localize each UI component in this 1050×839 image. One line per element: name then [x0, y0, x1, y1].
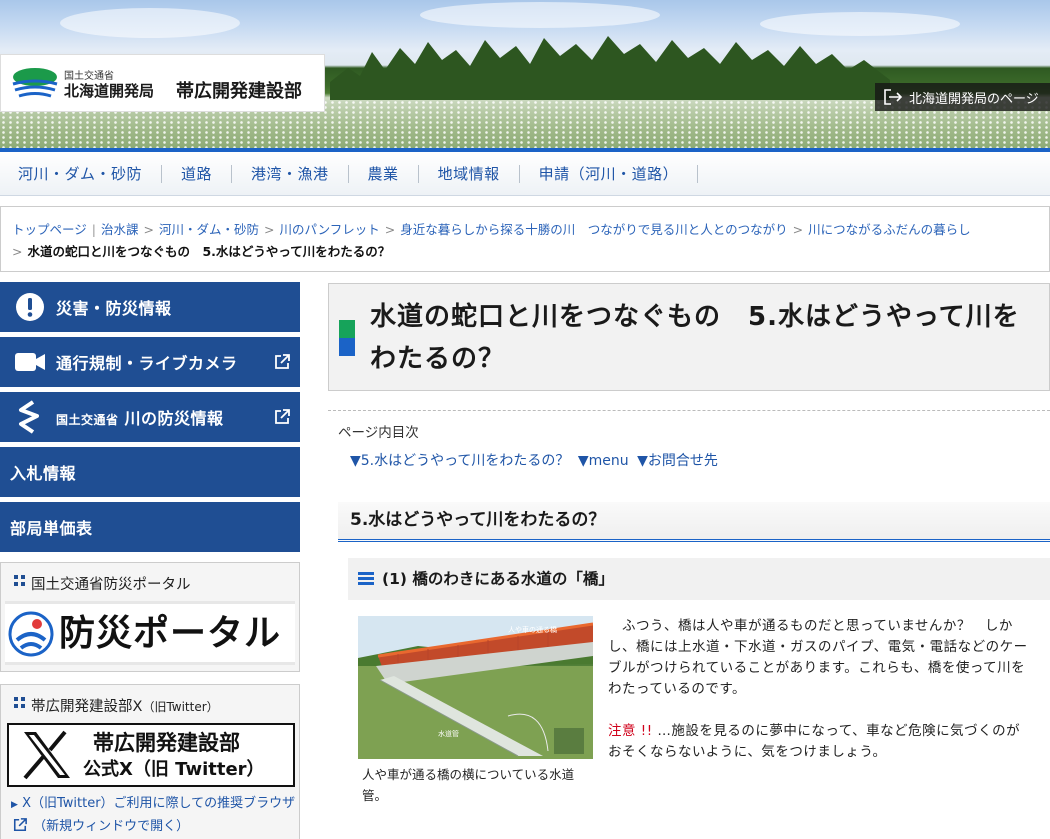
toc-divider: [328, 410, 1050, 411]
photo-caption: 人や車が通る橋の横についている水道管。: [362, 767, 575, 803]
bridge-illustration: 人や車の通る橋 水道管: [358, 616, 593, 759]
photo-label-pipe: 水道管: [438, 729, 459, 738]
x-recommended-browser-link[interactable]: ▶ X（旧Twitter）ご利用に際しての推奨ブラウザ （新規ウィンドウで開く）: [11, 793, 297, 837]
breadcrumb-arrow: >: [384, 222, 396, 237]
breadcrumb-pamphlet[interactable]: 川のパンフレット: [279, 222, 379, 237]
article-paragraph: ふつう、橋は人や車が通るものだと思っていませんか？ しかし、橋には上水道・下水道…: [608, 618, 1028, 697]
portal-logo-icon: [8, 611, 54, 657]
page-title: 水道の蛇口と川をつなぐもの 5.水はどうやって川をわたるの？: [370, 302, 1020, 374]
breadcrumb-separator: |: [91, 222, 96, 237]
external-link-icon: [275, 409, 290, 424]
breadcrumb-current: 水道の蛇口と川をつなぐもの 5.水はどうやって川をわたるの？: [27, 244, 391, 259]
breadcrumb-arrow: >: [264, 222, 275, 237]
nav-item-region[interactable]: 地域情報: [419, 164, 520, 183]
sidebar-disaster-button[interactable]: 災害・防災情報: [0, 282, 300, 332]
breadcrumb-arrow: >: [12, 244, 23, 259]
page-title-box: 水道の蛇口と川をつなぐもの 5.水はどうやって川をわたるの？: [328, 283, 1050, 391]
header-banner: 国土交通省 北海道開発局 帯広開発建設部 北海道開発局のページ: [0, 0, 1050, 148]
breadcrumb-top[interactable]: トップページ: [12, 222, 87, 237]
breadcrumb-daily-life[interactable]: 川につながるふだんの暮らし: [808, 222, 971, 237]
hq-link-label: 北海道開発局のページ: [909, 91, 1039, 107]
logo-office-text: 帯広開発建設部: [176, 81, 302, 102]
photo-label-bridge: 人や車の通る橋: [508, 625, 557, 634]
toc-title: ページ内目次: [338, 425, 419, 441]
external-link-icon: [275, 354, 290, 369]
site-logo[interactable]: 国土交通省 北海道開発局 帯広開発建設部: [0, 54, 325, 112]
sidebar-traffic-camera-label: 通行規制・ライブカメラ: [56, 354, 238, 373]
x-account-box: 帯広開発建設部X（旧Twitter） 帯広開発建設部 公式X（旧 Twitter…: [0, 684, 300, 839]
x-link-text: X（旧Twitter）ご利用に際しての推奨ブラウザ: [22, 796, 296, 811]
breadcrumb-river-dam[interactable]: 河川・ダム・砂防: [159, 222, 259, 237]
breadcrumb-tokachi[interactable]: 身近な暮らしから探る十勝の川 つながりで見る川と人とのつながり: [400, 222, 787, 237]
x-banner-line1: 帯広開発建設部: [93, 731, 240, 755]
caution-label: 注意 !!: [608, 723, 653, 739]
logo-bureau-text: 北海道開発局: [64, 82, 155, 100]
section-heading: 5.水はどうやって川をわたるの？: [338, 502, 1050, 542]
nav-item-agriculture[interactable]: 農業: [349, 164, 419, 183]
x-logo-icon: [23, 730, 70, 780]
x-box-title-sub: （旧Twitter）: [142, 700, 219, 714]
breadcrumb-arrow: >: [792, 222, 804, 237]
triangle-bullet-icon: ▶: [11, 800, 18, 810]
sidebar-river-disaster-button[interactable]: 国土交通省 川の防災情報: [0, 392, 300, 442]
global-nav: 河川・ダム・砂防 道路 港湾・漁港 農業 地域情報 申請（河川・道路）: [0, 148, 1050, 196]
title-marker-icon: [339, 320, 355, 356]
subsection-heading: (1) 橋のわきにある水道の「橋」: [348, 558, 1050, 600]
caution-paragraph: 注意 !! …施設を見るのに夢中になって、車など危険に気づくのがおそくならないよ…: [608, 721, 1033, 763]
nav-item-application[interactable]: 申請（河川・道路）: [520, 164, 699, 183]
heading-bars-icon: [358, 572, 374, 586]
article-body: ふつう、橋は人や車が通るものだと思っていませんか？ しかし、橋には上水道・下水道…: [608, 616, 1033, 784]
sidebar-unit-price-button[interactable]: 部局単価表: [0, 502, 300, 552]
square-bullet-icon: [14, 697, 25, 708]
square-bullet-icon: [14, 575, 25, 586]
hq-page-link[interactable]: 北海道開発局のページ: [875, 83, 1050, 111]
portal-banner-text: 防災ポータル: [59, 613, 282, 654]
breadcrumb-flood-control[interactable]: 治水課: [101, 222, 139, 237]
toc-link-section5[interactable]: ▼5.水はどうやって川をわたるの？: [350, 453, 569, 469]
sidebar-bidding-button[interactable]: 入札情報: [0, 447, 300, 497]
mlit-logo-icon: [12, 68, 58, 98]
tree-line: [330, 36, 890, 100]
sidebar-traffic-camera-button[interactable]: 通行規制・ライブカメラ: [0, 337, 300, 387]
portal-banner[interactable]: 防災ポータル: [5, 601, 295, 665]
sidebar-unit-price-label: 部局単価表: [10, 519, 93, 538]
x-link-new-window: （新規ウィンドウで開く）: [33, 819, 190, 834]
x-box-title: 帯広開発建設部X: [31, 699, 143, 715]
disaster-portal-box: 国土交通省防災ポータル 防災ポータル: [0, 562, 300, 672]
exclamation-icon: [16, 293, 44, 321]
toc-links: ▼5.水はどうやって川をわたるの？ ▼menu ▼お問合せ先: [350, 450, 722, 470]
breadcrumb-arrow: >: [143, 222, 154, 237]
exit-arrow-icon: [884, 89, 903, 105]
sidebar-disaster-label: 災害・防災情報: [56, 299, 172, 318]
nav-item-port[interactable]: 港湾・漁港: [232, 164, 349, 183]
sidebar-river-ministry: 国土交通省: [56, 413, 119, 427]
external-link-icon: [13, 818, 27, 832]
x-banner-line2: 公式X（旧 Twitter）: [83, 759, 265, 780]
caution-text: …施設を見るのに夢中になって、車など危険に気づくのがおそくならないように、気をつ…: [608, 723, 1021, 760]
river-wave-icon: [19, 400, 39, 434]
video-camera-icon: [15, 353, 45, 371]
portal-box-title: 国土交通省防災ポータル: [31, 577, 191, 593]
x-banner[interactable]: 帯広開発建設部 公式X（旧 Twitter）: [7, 723, 295, 787]
breadcrumb: トップページ | 治水課 > 河川・ダム・砂防 > 川のパンフレット > 身近な暮らしから探る十…: [0, 206, 1050, 272]
nav-item-river[interactable]: 河川・ダム・砂防: [0, 164, 163, 183]
toc-link-contact[interactable]: ▼お問合せ先: [637, 453, 718, 469]
nav-item-road[interactable]: 道路: [162, 164, 233, 183]
subsection-heading-text: (1) 橋のわきにある水道の「橋」: [382, 570, 614, 588]
sidebar-river-label: 川の防災情報: [124, 409, 224, 428]
sidebar-bidding-label: 入札情報: [10, 464, 77, 483]
bridge-pipe-photo: 人や車の通る橋 水道管: [358, 616, 593, 759]
toc-link-menu[interactable]: ▼menu: [578, 453, 629, 469]
